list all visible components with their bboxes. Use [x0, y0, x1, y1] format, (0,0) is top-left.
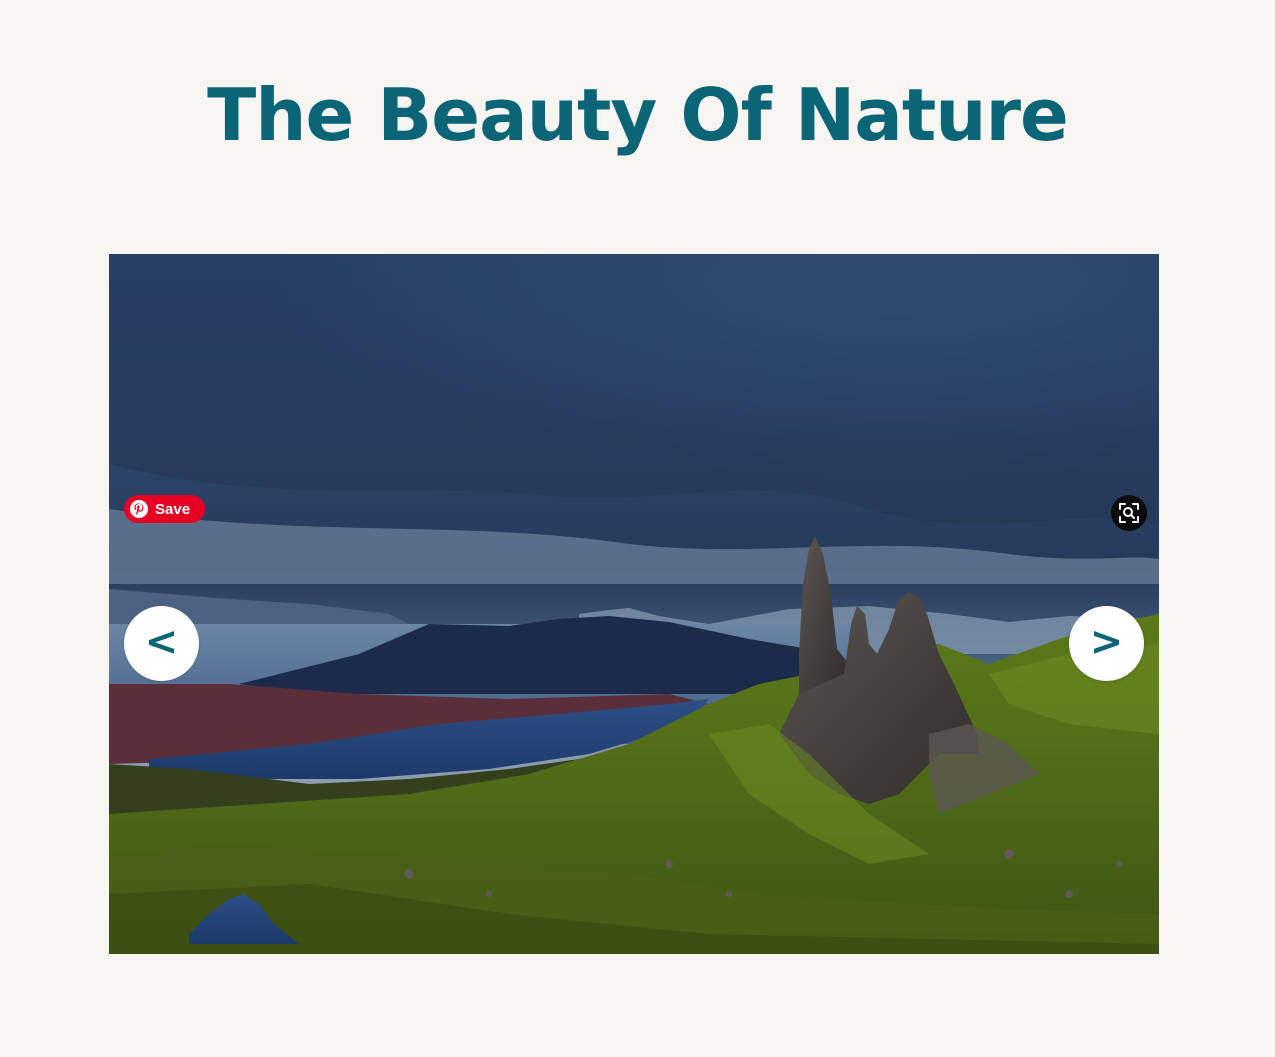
- pinterest-save-button[interactable]: Save: [124, 495, 205, 523]
- image-slider: Save < >: [109, 254, 1159, 954]
- landscape-photo: [109, 254, 1159, 954]
- next-slide-button[interactable]: >: [1069, 606, 1144, 681]
- zoom-search-icon: [1119, 503, 1139, 523]
- zoom-button[interactable]: [1111, 495, 1147, 531]
- previous-slide-button[interactable]: <: [124, 606, 199, 681]
- pinterest-icon: [130, 500, 148, 518]
- page-title: The Beauty Of Nature: [207, 73, 1069, 157]
- page: The Beauty Of Nature Save < >: [0, 0, 1275, 1057]
- pinterest-save-label: Save: [155, 500, 191, 518]
- previous-arrow-icon: <: [144, 618, 179, 665]
- next-arrow-icon: >: [1089, 618, 1124, 665]
